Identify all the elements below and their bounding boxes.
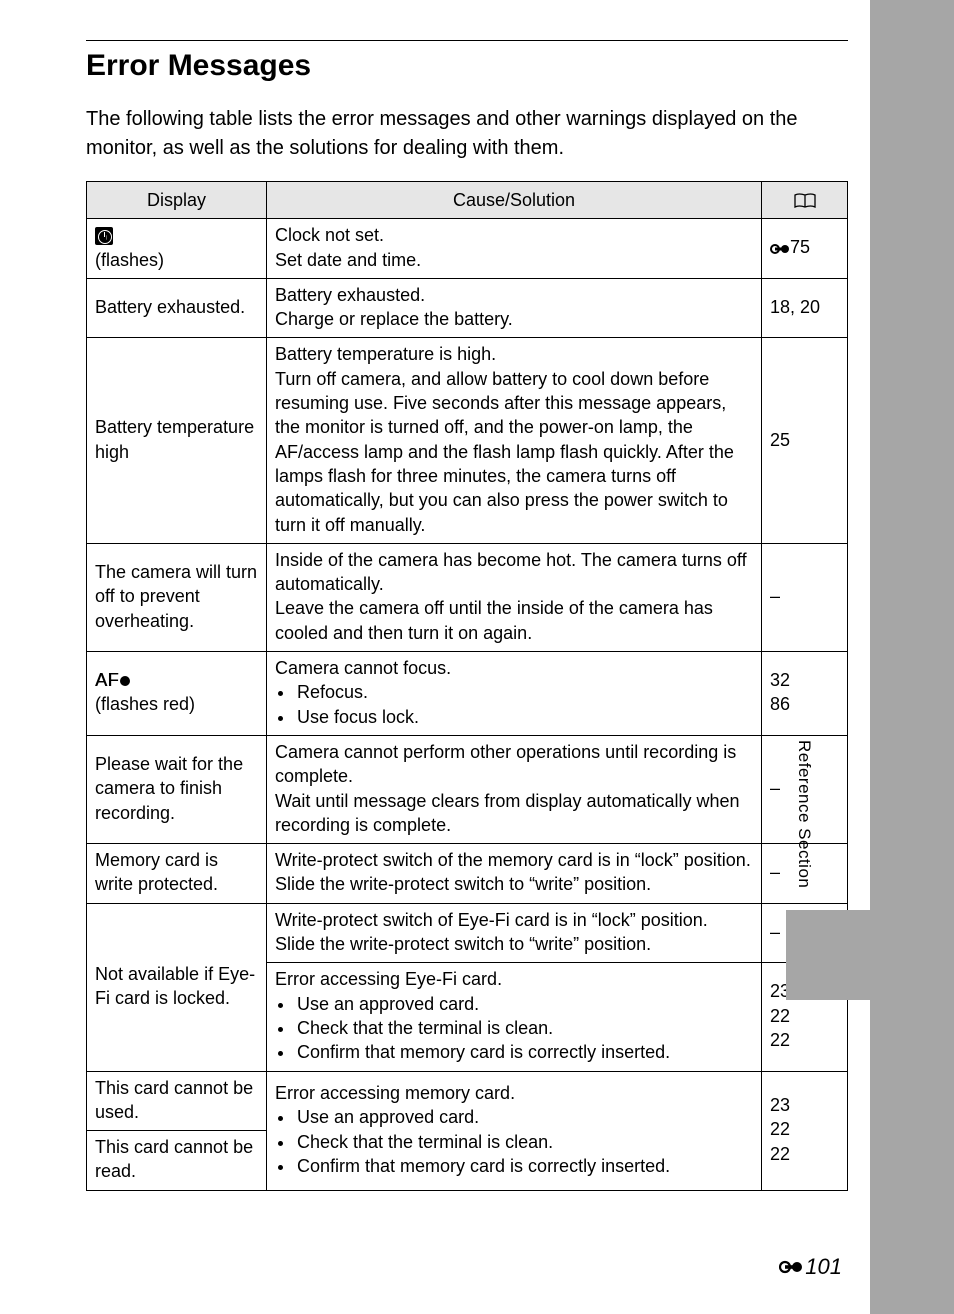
dot-icon xyxy=(120,676,130,686)
ref-text: 75 xyxy=(790,237,810,257)
ref-text: 22 xyxy=(770,1144,790,1164)
cause-text: Error accessing Eye-Fi card. xyxy=(275,969,502,989)
cause-text: Write-protect switch of the memory card … xyxy=(275,850,751,870)
ref-text: 25 xyxy=(762,338,848,543)
list-item: Check that the terminal is clean. xyxy=(295,1016,753,1040)
display-text: Memory card is write protected. xyxy=(87,844,267,904)
display-text: Not available if Eye-Fi card is locked. xyxy=(87,903,267,1071)
cause-text: Charge or replace the battery. xyxy=(275,309,513,329)
ref-text: 22 xyxy=(770,1006,790,1026)
thumb-tab xyxy=(786,910,870,1000)
cause-text: Error accessing memory card. xyxy=(275,1083,515,1103)
ref-text: 18, 20 xyxy=(762,278,848,338)
display-text: This card cannot be read. xyxy=(87,1131,267,1191)
list-item: Check that the terminal is clean. xyxy=(295,1130,753,1154)
table-header-row: Display Cause/Solution xyxy=(87,182,848,219)
table-row: Battery exhausted. Battery exhausted. Ch… xyxy=(87,278,848,338)
table-row: Please wait for the camera to finish rec… xyxy=(87,735,848,843)
ref-text: 86 xyxy=(770,694,790,714)
cause-text: Set date and time. xyxy=(275,250,421,270)
ref-text: – xyxy=(762,543,848,651)
link-icon xyxy=(779,1260,803,1274)
table-row: AF (flashes red) Camera cannot focus. Re… xyxy=(87,652,848,736)
list-item: Confirm that memory card is correctly in… xyxy=(295,1154,753,1178)
list-item: Use an approved card. xyxy=(295,1105,753,1129)
table-row: Not available if Eye-Fi card is locked. … xyxy=(87,903,848,963)
cause-text: Slide the write-protect switch to “write… xyxy=(275,934,651,954)
display-text: Battery temperature high xyxy=(87,338,267,543)
ref-text: 23 xyxy=(770,1095,790,1115)
table-row: The camera will turn off to prevent over… xyxy=(87,543,848,651)
cause-text: Wait until message clears from display a… xyxy=(275,791,740,835)
section-label: Reference Section xyxy=(794,740,814,888)
list-item: Refocus. xyxy=(295,680,753,704)
top-rule xyxy=(86,40,848,41)
cause-text: Camera cannot perform other operations u… xyxy=(275,742,736,786)
cause-text: Camera cannot focus. xyxy=(275,658,451,678)
cause-text: Clock not set. xyxy=(275,225,384,245)
ref-text: 22 xyxy=(770,1030,790,1050)
page-content: Error Messages The following table lists… xyxy=(0,0,870,1314)
page-number: 101 xyxy=(779,1254,842,1280)
table-row: This card cannot be used. Error accessin… xyxy=(87,1071,848,1131)
cause-text: Leave the camera off until the inside of… xyxy=(275,598,713,642)
cause-text: Battery exhausted. xyxy=(275,285,425,305)
display-text: (flashes red) xyxy=(95,694,195,714)
cause-text: Battery temperature is high. xyxy=(275,344,496,364)
display-text: Battery exhausted. xyxy=(87,278,267,338)
col-display: Display xyxy=(87,182,267,219)
intro-text: The following table lists the error mess… xyxy=(86,105,848,163)
cause-text: Inside of the camera has become hot. The… xyxy=(275,550,747,594)
table-row: (flashes) Clock not set. Set date and ti… xyxy=(87,219,848,279)
ref-text: 22 xyxy=(770,1119,790,1139)
cause-text: Write-protect switch of Eye-Fi card is i… xyxy=(275,910,708,930)
display-text: (flashes) xyxy=(95,250,164,270)
page-title: Error Messages xyxy=(86,49,848,83)
page-number-text: 101 xyxy=(805,1254,842,1280)
display-text: Please wait for the camera to finish rec… xyxy=(87,735,267,843)
table-row: Battery temperature high Battery tempera… xyxy=(87,338,848,543)
display-text: The camera will turn off to prevent over… xyxy=(87,543,267,651)
link-icon xyxy=(770,243,790,255)
error-table: Display Cause/Solution (flashes) Clock n… xyxy=(86,181,848,1191)
cause-text: Slide the write-protect switch to “write… xyxy=(275,874,651,894)
af-icon: AF xyxy=(95,670,119,690)
list-item: Confirm that memory card is correctly in… xyxy=(295,1040,753,1064)
clock-icon xyxy=(95,227,113,245)
display-text: This card cannot be used. xyxy=(87,1071,267,1131)
list-item: Use focus lock. xyxy=(295,705,753,729)
ref-text: 32 xyxy=(770,670,790,690)
cause-text: Turn off camera, and allow battery to co… xyxy=(275,369,734,535)
table-row: Memory card is write protected. Write-pr… xyxy=(87,844,848,904)
book-icon xyxy=(794,190,816,210)
col-ref xyxy=(762,182,848,219)
list-item: Use an approved card. xyxy=(295,992,753,1016)
col-cause: Cause/Solution xyxy=(267,182,762,219)
